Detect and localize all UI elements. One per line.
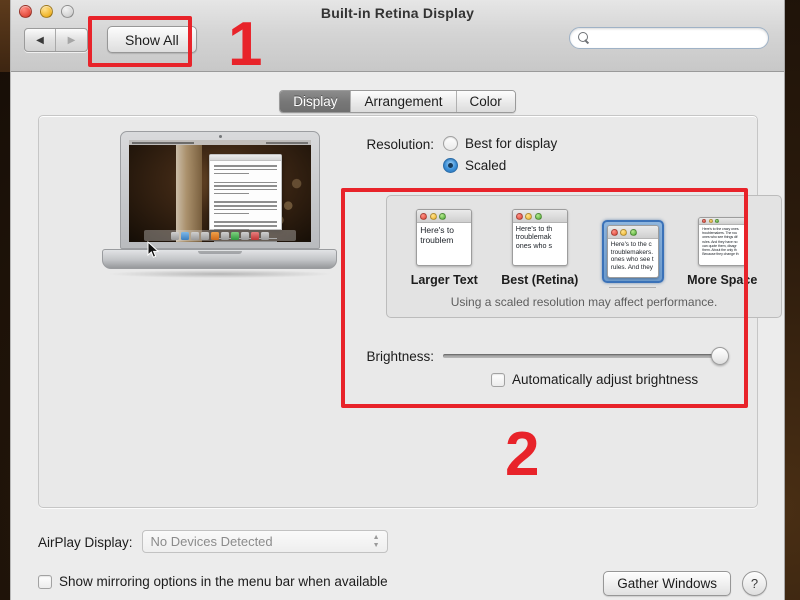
- radio-best-for-display-label: Best for display: [465, 136, 558, 151]
- macbook-base: [102, 249, 337, 269]
- mouse-cursor-icon: [147, 241, 160, 259]
- resolution-group: Resolution: Best for display Scaled: [349, 136, 749, 180]
- brightness-slider-knob[interactable]: [711, 347, 729, 365]
- mirroring-row[interactable]: Show mirroring options in the menu bar w…: [38, 574, 388, 589]
- brightness-slider-track[interactable]: [443, 354, 728, 358]
- radio-best-for-display-indicator[interactable]: [443, 136, 458, 151]
- scaled-thumbnail[interactable]: Here's to troublem: [413, 206, 475, 269]
- brightness-slider[interactable]: [443, 347, 729, 365]
- scaled-thumbnail-list: Here's to troublem Larger Text Here's to…: [387, 206, 781, 288]
- scaled-thumbnail-selected[interactable]: Here's to the c troublemakers. ones who …: [601, 220, 664, 283]
- annotation-marker-1: 1: [228, 10, 263, 79]
- scaled-resolution-box: Here's to troublem Larger Text Here's to…: [386, 195, 782, 318]
- window-titlebar: ◀ ▶ Show All Built-in Retina Display: [11, 0, 784, 72]
- mini-window-text: Here's to troublem: [420, 225, 455, 246]
- radio-scaled-indicator[interactable]: [443, 158, 458, 173]
- brightness-row: Brightness:: [349, 347, 779, 365]
- annotation-marker-2: 2: [505, 420, 540, 489]
- airplay-label: AirPlay Display:: [38, 534, 133, 550]
- radio-scaled[interactable]: Scaled: [443, 158, 557, 173]
- scaled-option-label: Best (Retina): [501, 273, 579, 287]
- help-button[interactable]: ?: [742, 571, 767, 596]
- scaled-option-label: More Space: [687, 273, 758, 287]
- scaled-resolution-hint: Using a scaled resolution may affect per…: [450, 295, 718, 309]
- mirroring-label: Show mirroring options in the menu bar w…: [59, 574, 388, 589]
- macbook-screen: [129, 140, 311, 242]
- radio-best-for-display[interactable]: Best for display: [443, 136, 557, 151]
- tab-display[interactable]: Display: [280, 91, 352, 112]
- preview-dock: [143, 230, 297, 241]
- search-input[interactable]: [594, 31, 754, 45]
- radio-scaled-label: Scaled: [465, 158, 507, 173]
- search-field[interactable]: [569, 27, 769, 49]
- scaled-option-selected[interactable]: Here's to the c troublemakers. ones who …: [601, 220, 664, 288]
- scaled-thumbnail[interactable]: Here's to th troublemak ones who s: [509, 206, 571, 269]
- preview-document-window: [209, 154, 282, 242]
- mini-traffic-lights: [417, 210, 472, 223]
- back-button[interactable]: ◀: [25, 29, 56, 51]
- wallpaper-birch: [176, 145, 202, 242]
- tab-bar: Display Arrangement Color: [11, 90, 784, 113]
- airplay-row: AirPlay Display: No Devices Detected ▲ ▼: [38, 530, 388, 553]
- scaled-option-larger-text[interactable]: Here's to troublem Larger Text: [411, 206, 478, 287]
- mini-traffic-lights: [607, 226, 658, 239]
- scaled-thumbnail[interactable]: Here's to the crazy ones. troublemakers.…: [695, 214, 749, 269]
- mini-window-text: Here's to th troublemak ones who s: [515, 224, 553, 250]
- nav-segmented-control[interactable]: ◀ ▶: [24, 28, 88, 52]
- macbook-shadow: [110, 270, 330, 278]
- brightness-label: Brightness:: [366, 349, 434, 364]
- chevron-updown-icon: ▲ ▼: [372, 533, 380, 549]
- show-all-button[interactable]: Show All: [107, 26, 197, 53]
- mirroring-checkbox[interactable]: [38, 574, 52, 589]
- gather-windows-button[interactable]: Gather Windows: [603, 571, 731, 596]
- scaled-option-more-space[interactable]: Here's to the crazy ones. troublemakers.…: [687, 214, 757, 287]
- system-preferences-window: ◀ ▶ Show All Built-in Retina Display Dis…: [10, 0, 785, 600]
- resolution-label: Resolution:: [366, 137, 434, 152]
- auto-brightness-label: Automatically adjust brightness: [512, 372, 699, 387]
- mini-traffic-lights: [512, 210, 567, 223]
- airplay-popup-button[interactable]: No Devices Detected ▲ ▼: [141, 530, 388, 553]
- mini-window-text: Here's to the c troublemakers. ones who …: [610, 241, 654, 271]
- macbook-lid: [120, 131, 320, 249]
- mini-window-text: Here's to the crazy ones. troublemakers.…: [702, 227, 740, 257]
- macbook-preview-image: [102, 131, 337, 291]
- auto-brightness-checkbox[interactable]: [491, 372, 505, 387]
- display-settings-panel: Resolution: Best for display Scaled Here…: [38, 115, 782, 508]
- mini-traffic-lights: [699, 218, 746, 225]
- search-icon: [578, 32, 590, 44]
- tab-color[interactable]: Color: [456, 91, 515, 112]
- facetime-camera-icon: [218, 135, 222, 138]
- scaled-option-best-retina[interactable]: Here's to th troublemak ones who s Best …: [501, 206, 578, 287]
- forward-button: ▶: [67, 34, 76, 46]
- preview-menu-bar: [129, 140, 311, 145]
- scaled-option-label: Larger Text: [410, 273, 478, 287]
- airplay-selected-value: No Devices Detected: [150, 534, 273, 549]
- auto-brightness-row[interactable]: Automatically adjust brightness: [491, 372, 698, 387]
- page-title: Built-in Retina Display: [320, 5, 475, 21]
- tab-arrangement[interactable]: Arrangement: [351, 91, 457, 112]
